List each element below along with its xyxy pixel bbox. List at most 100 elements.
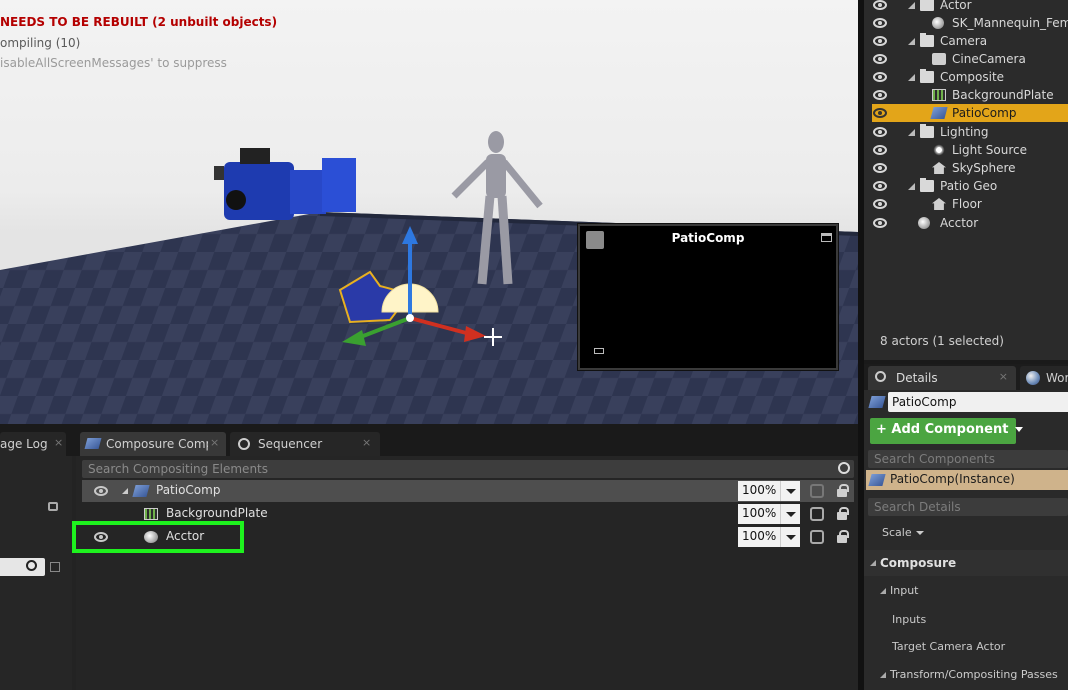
expand-arrow-icon[interactable]	[908, 38, 915, 45]
enable-checkbox[interactable]	[810, 530, 824, 544]
tab-label: Composure Compo	[106, 437, 208, 451]
house-icon	[932, 162, 946, 174]
visibility-eye-icon[interactable]	[873, 18, 887, 28]
outliner-item-lighting-folder[interactable]: Lighting	[864, 123, 1068, 141]
enable-checkbox[interactable]	[810, 507, 824, 521]
tab-world-settings[interactable]: Wor	[1020, 366, 1068, 390]
property-inputs[interactable]: Inputs	[892, 613, 926, 626]
opacity-dropdown[interactable]	[780, 527, 800, 547]
level-viewport[interactable]: NEEDS TO BE REBUILT (2 unbuilt objects) …	[0, 0, 858, 424]
outliner-item-label: Actor	[940, 0, 972, 12]
enable-checkbox[interactable]	[810, 484, 824, 498]
composure-icon	[930, 107, 948, 119]
outliner-item-composite-folder[interactable]: Composite	[864, 68, 1068, 86]
visibility-eye-icon[interactable]	[873, 163, 887, 173]
rebuild-warning-message: NEEDS TO BE REBUILT (2 unbuilt objects)	[0, 15, 278, 29]
property-target-camera-actor[interactable]: Target Camera Actor	[892, 640, 1005, 653]
outliner-item-acctor[interactable]: Acctor	[864, 214, 1068, 232]
add-component-button[interactable]: + Add Component	[870, 418, 1023, 444]
outliner-item-light-source[interactable]: Light Source	[864, 141, 1068, 159]
suppress-hint-message: isableAllScreenMessages' to suppress	[0, 56, 227, 70]
visibility-eye-icon[interactable]	[873, 108, 887, 118]
actor-name-field[interactable]: PatioComp	[888, 392, 1068, 412]
element-row-patiocomp[interactable]: PatioComp 100%	[82, 480, 854, 502]
category-label: Composure	[880, 556, 957, 570]
outliner-item-patiocomp[interactable]: PatioComp	[872, 104, 1068, 122]
expand-arrow-icon[interactable]	[908, 183, 915, 190]
outliner-item-label: Floor	[952, 197, 982, 211]
lock-icon[interactable]	[836, 530, 849, 543]
category-transform-compositing-passes[interactable]: Transform/Compositing Passes	[874, 662, 1068, 688]
search-components-input[interactable]: Search Components	[868, 450, 1068, 468]
tab-label: Wor	[1046, 371, 1068, 385]
visibility-eye-icon[interactable]	[94, 486, 108, 496]
message-log-pane	[0, 456, 72, 690]
tab-message-log[interactable]: age Log ×	[0, 432, 66, 456]
search-details-input[interactable]: Search Details	[868, 498, 1068, 516]
expand-arrow-icon[interactable]	[908, 2, 915, 9]
chevron-down-icon	[915, 531, 924, 535]
outliner-item-actor-folder[interactable]: Actor	[864, 0, 1068, 14]
visibility-eye-icon[interactable]	[873, 181, 887, 191]
opacity-field[interactable]: 100%	[738, 481, 780, 501]
search-icon	[26, 560, 37, 571]
outliner-item-camera-folder[interactable]: Camera	[864, 32, 1068, 50]
bottom-panel: age Log × Composure Compo × Sequencer × …	[0, 428, 858, 690]
log-search-input[interactable]	[0, 558, 45, 576]
category-input[interactable]: Input	[874, 578, 1068, 604]
cine-camera-model	[214, 148, 356, 220]
tab-details[interactable]: Details ×	[868, 366, 1016, 390]
visibility-eye-icon[interactable]	[873, 218, 887, 228]
tab-label: age Log	[0, 437, 48, 451]
outliner-item-floor[interactable]: Floor	[864, 195, 1068, 213]
collapse-arrow-icon	[870, 560, 876, 566]
close-icon[interactable]: ×	[362, 436, 371, 449]
opacity-field[interactable]: 100%	[738, 504, 780, 524]
close-icon[interactable]: ×	[999, 370, 1008, 383]
lock-icon[interactable]	[836, 507, 849, 520]
visibility-eye-icon[interactable]	[873, 127, 887, 137]
composure-icon	[132, 485, 150, 497]
outliner-item-backgroundplate[interactable]: BackgroundPlate	[864, 86, 1068, 104]
lock-icon[interactable]	[48, 502, 58, 511]
opacity-dropdown[interactable]	[780, 504, 800, 524]
outliner-item-label: SK_Mannequin_Female	[952, 16, 1068, 30]
expand-arrow-icon[interactable]	[908, 74, 915, 81]
pin-icon[interactable]	[594, 348, 604, 354]
component-instance-row[interactable]: PatioComp(Instance)	[866, 470, 1068, 490]
outliner-item-skysphere[interactable]: SkySphere	[864, 159, 1068, 177]
outliner-item-patio-geo-folder[interactable]: Patio Geo	[864, 177, 1068, 195]
search-compositing-elements-input[interactable]: Search Compositing Elements	[82, 460, 854, 478]
close-icon[interactable]: ×	[54, 436, 63, 449]
maximize-icon[interactable]	[821, 233, 832, 242]
visibility-eye-icon[interactable]	[873, 72, 887, 82]
composite-preview-window[interactable]: PatioComp	[578, 224, 838, 370]
tab-composure-compositing[interactable]: Composure Compo ×	[80, 432, 226, 456]
category-composure[interactable]: Composure	[864, 550, 1068, 576]
visibility-eye-icon[interactable]	[873, 36, 887, 46]
lock-icon[interactable]	[836, 484, 849, 497]
scale-dropdown[interactable]: Scale	[882, 526, 924, 539]
expand-arrow-icon[interactable]	[122, 488, 128, 494]
outliner-item-cinecamera[interactable]: CineCamera	[864, 50, 1068, 68]
opacity-field[interactable]: 100%	[738, 527, 780, 547]
actor-count: 8 actors (1 selected)	[880, 334, 1004, 348]
search-icon[interactable]	[838, 462, 850, 474]
visibility-eye-icon[interactable]	[873, 0, 887, 10]
outliner-item-label: SkySphere	[952, 161, 1016, 175]
element-label: PatioComp	[156, 483, 221, 497]
visibility-eye-icon[interactable]	[873, 199, 887, 209]
outliner-item-label: Camera	[940, 34, 988, 48]
opacity-dropdown[interactable]	[780, 481, 800, 501]
outliner-item-sk-mannequin[interactable]: SK_Mannequin_Female	[864, 14, 1068, 32]
tab-label: Details	[896, 371, 938, 385]
film-icon	[144, 508, 158, 520]
tab-sequencer[interactable]: Sequencer ×	[230, 432, 380, 456]
close-icon[interactable]: ×	[210, 436, 219, 449]
expand-arrow-icon[interactable]	[908, 129, 915, 136]
visibility-eye-icon[interactable]	[873, 90, 887, 100]
save-icon[interactable]	[50, 562, 60, 572]
visibility-eye-icon[interactable]	[873, 145, 887, 155]
visibility-eye-icon[interactable]	[873, 54, 887, 64]
outliner-item-label: CineCamera	[952, 52, 1026, 66]
